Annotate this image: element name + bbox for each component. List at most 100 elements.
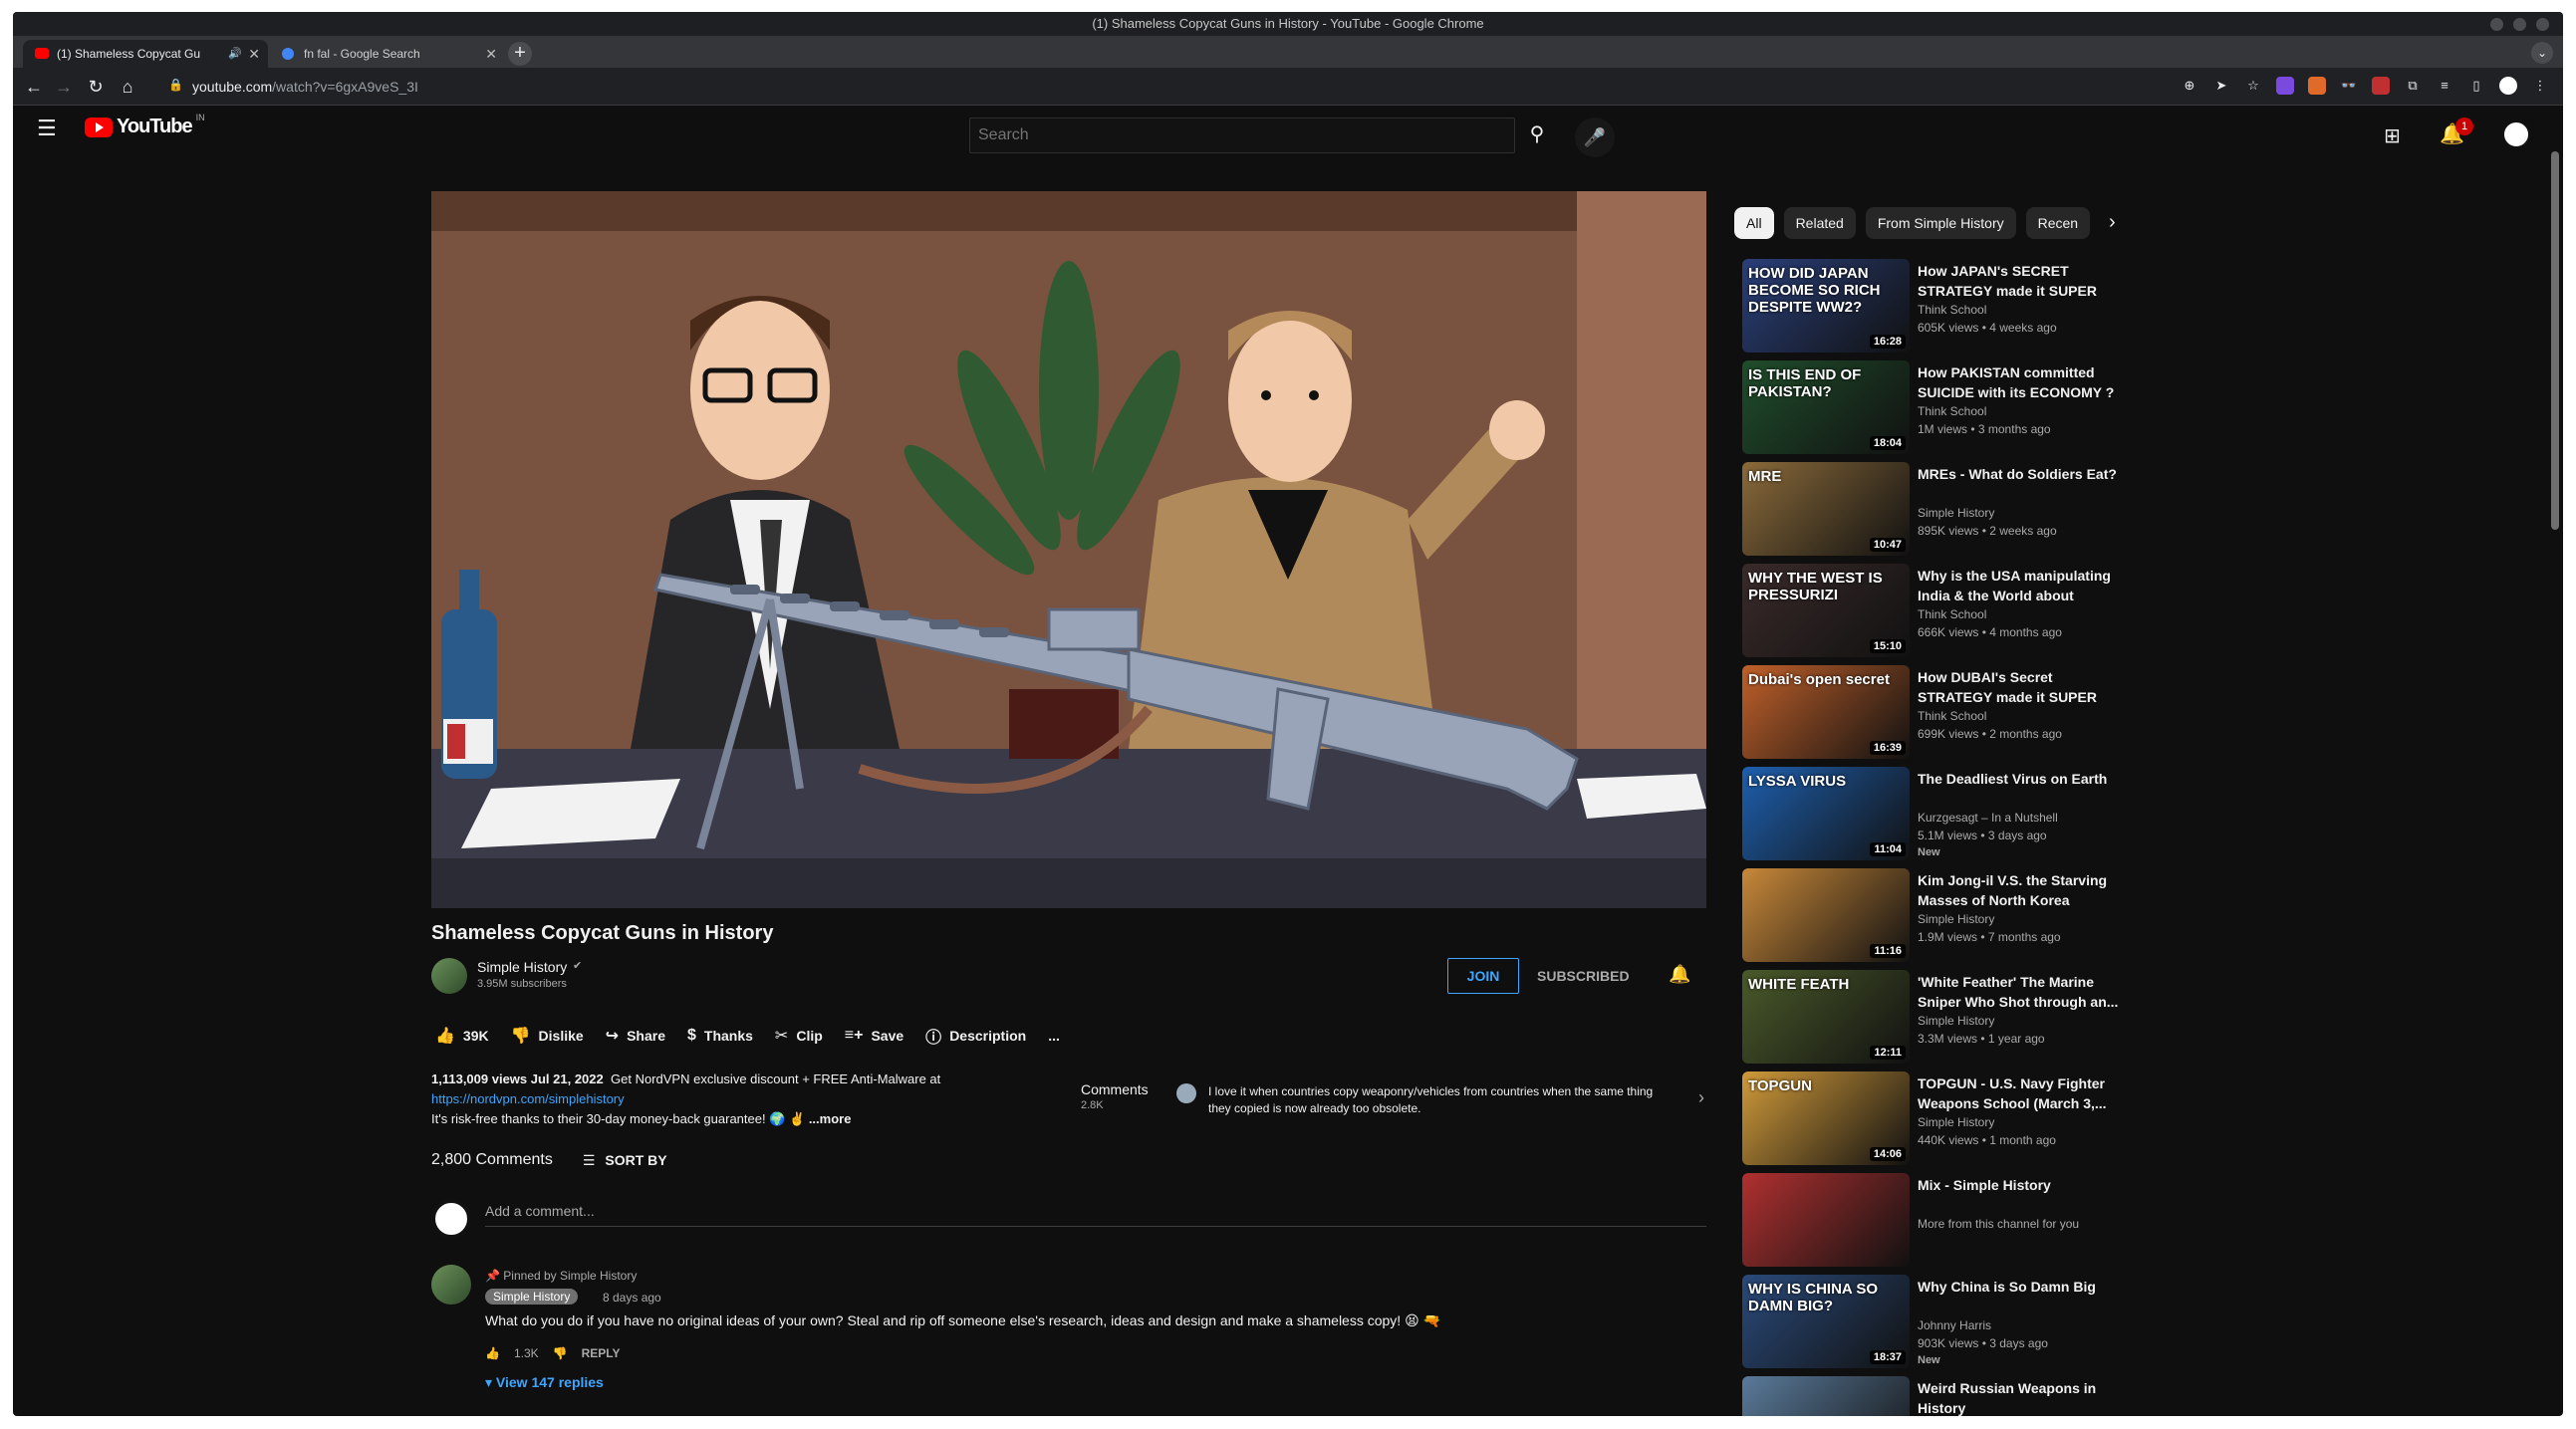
sponsor-link[interactable]: https://nordvpn.com/simplehistory	[431, 1091, 625, 1106]
recommendation-item[interactable]: WHY THE WEST IS PRESSURIZI 15:10 Why is th…	[1742, 554, 2141, 657]
speaker-icon[interactable]: 🔊	[228, 40, 242, 68]
home-icon[interactable]: ⌂	[117, 76, 138, 98]
extension-glasses-icon[interactable]: 👓	[2340, 77, 2358, 95]
pinned-time[interactable]: 8 days ago	[603, 1291, 661, 1305]
recommendation-channel[interactable]: Think School	[1918, 303, 1986, 317]
send-icon[interactable]: ➤	[2212, 77, 2230, 95]
account-avatar[interactable]	[2501, 119, 2531, 149]
recommendation-item[interactable]: 11:16 Kim Jong-il V.S. the Starving Masse…	[1742, 858, 2141, 962]
video-thumbnail[interactable]: LYSSA VIRUS 11:04	[1742, 767, 1910, 860]
recommendation-channel[interactable]: Think School	[1918, 607, 1986, 621]
video-thumbnail[interactable]: WHY IS CHINA SO DAMN BIG? 18:37	[1742, 1275, 1910, 1368]
profile-avatar-icon[interactable]	[2499, 77, 2517, 95]
recommendation-item[interactable]: WHY IS CHINA SO DAMN BIG? 18:37 Why China …	[1742, 1265, 2141, 1368]
chip-related[interactable]: Related	[1783, 207, 1856, 239]
share-button[interactable]: ↪ Share	[606, 1026, 665, 1046]
search-input[interactable]	[970, 119, 1514, 152]
maximize-button[interactable]	[2513, 18, 2526, 31]
tab-youtube[interactable]: (1) Shameless Copycat Gu 🔊 ✕	[23, 40, 268, 68]
channel-name[interactable]: Simple History	[477, 959, 567, 975]
video-description[interactable]: 1,113,009 views Jul 21, 2022 Get NordVPN…	[431, 1070, 1029, 1129]
extension-fox-icon[interactable]	[2308, 77, 2326, 95]
video-thumbnail[interactable]: 11:16	[1742, 868, 1910, 962]
recommendation-item[interactable]: LYSSA VIRUS 11:04 The Deadliest Virus on E…	[1742, 757, 2141, 860]
chevron-right-icon[interactable]: ›	[1698, 1087, 1704, 1108]
address-bar[interactable]: 🔒 youtube.com/watch?v=6gxA9veS_3I	[152, 73, 2194, 101]
new-tab-button[interactable]: +	[508, 42, 532, 66]
recommendation-title[interactable]: How PAKISTAN committed SUICIDE with its …	[1918, 362, 2127, 402]
recommendation-title[interactable]: Mix - Simple History	[1918, 1175, 2127, 1195]
video-thumbnail[interactable]: MRE 10:47	[1742, 462, 1910, 556]
dislike-button[interactable]: 👎 Dislike	[511, 1026, 584, 1046]
recommendation-title[interactable]: How DUBAI's Secret STRATEGY made it SUPE…	[1918, 667, 2127, 707]
recommendation-item[interactable]: IS THIS END OF PAKISTAN? 18:04 How PAKISTA…	[1742, 351, 2141, 454]
pinned-author-badge[interactable]: Simple History	[485, 1289, 579, 1305]
close-window-button[interactable]	[2536, 18, 2549, 31]
more-actions-button[interactable]: ...	[1048, 1028, 1060, 1044]
recommendation-channel[interactable]: Think School	[1918, 709, 1986, 723]
back-icon[interactable]: ←	[23, 76, 45, 98]
recommendation-item[interactable]: Dubai's open secret 16:39 How DUBAI's Secr…	[1742, 655, 2141, 759]
recommendation-title[interactable]: How JAPAN's SECRET STRATEGY made it SUPE…	[1918, 261, 2127, 301]
tab-google-search[interactable]: fn fal - Google Search ✕	[270, 40, 505, 68]
extensions-puzzle-icon[interactable]: ⧉	[2404, 77, 2422, 95]
recommendation-item[interactable]: HOW DID JAPAN BECOME SO RICH DESPITE WW2…	[1742, 249, 2141, 353]
menu-icon[interactable]: ☰	[37, 116, 57, 141]
tab-search-icon[interactable]: ⌄	[2531, 42, 2553, 64]
recommendation-channel[interactable]: Simple History	[1918, 506, 1994, 520]
recommendation-channel[interactable]: Johnny Harris	[1918, 1318, 1991, 1332]
like-button[interactable]: 👍 39K	[435, 1026, 489, 1046]
comment-dislike-icon[interactable]: 👎	[553, 1346, 568, 1360]
thanks-button[interactable]: $ Thanks	[687, 1027, 753, 1045]
search-box[interactable]	[969, 118, 1515, 153]
youtube-logo[interactable]: YouTube IN	[85, 113, 205, 138]
chips-next-icon[interactable]: ›	[2109, 211, 2116, 234]
join-button[interactable]: JOIN	[1447, 958, 1519, 994]
sort-by-button[interactable]: ☰ SORT BY	[583, 1152, 667, 1169]
recommendation-title[interactable]: 'White Feather' The Marine Sniper Who Sh…	[1918, 972, 2127, 1012]
recommendation-channel[interactable]: Think School	[1918, 404, 1986, 418]
video-thumbnail[interactable]: WHY THE WEST IS PRESSURIZI 15:10	[1742, 564, 1910, 657]
recommendation-title[interactable]: Why China is So Damn Big	[1918, 1277, 2127, 1297]
add-comment-input[interactable]: Add a comment...	[485, 1203, 1706, 1227]
recommendation-item[interactable]: TOPGUN 14:06 TOPGUN - U.S. Navy Fighter We…	[1742, 1062, 2141, 1165]
recommendation-title[interactable]: MREs - What do Soldiers Eat?	[1918, 464, 2127, 484]
video-thumbnail[interactable]: HOW DID JAPAN BECOME SO RICH DESPITE WW2…	[1742, 259, 1910, 353]
close-tab-icon[interactable]: ✕	[485, 40, 497, 68]
recommendation-title[interactable]: Kim Jong-il V.S. the Starving Masses of …	[1918, 870, 2127, 910]
recommendation-title[interactable]: TOPGUN - U.S. Navy Fighter Weapons Schoo…	[1918, 1073, 2127, 1113]
pinned-comment-avatar[interactable]	[431, 1265, 471, 1305]
comments-teaser[interactable]: Comments 2.8K I love it when countries c…	[1081, 1081, 1718, 1127]
recommendation-channel[interactable]: Simple History	[1918, 1115, 1994, 1129]
video-player[interactable]	[431, 191, 1706, 908]
recommendation-channel[interactable]: More from this channel for you	[1918, 1217, 2079, 1231]
recommendation-channel[interactable]: Simple History	[1918, 1014, 1994, 1028]
channel-avatar[interactable]	[431, 958, 467, 994]
create-video-icon[interactable]: ⊞	[2384, 123, 2401, 148]
comment-like-icon[interactable]: 👍	[485, 1346, 500, 1360]
page-scrollbar[interactable]	[2551, 151, 2559, 530]
recommendation-title[interactable]: Why is the USA manipulating India & the …	[1918, 566, 2127, 605]
show-more-link[interactable]: ...more	[809, 1111, 852, 1126]
forward-icon[interactable]: →	[53, 76, 75, 98]
video-thumbnail[interactable]	[1742, 1376, 1910, 1416]
recommendation-item[interactable]: MRE 10:47 MREs - What do Soldiers Eat? Simp…	[1742, 452, 2141, 556]
video-thumbnail[interactable]	[1742, 1173, 1910, 1267]
close-tab-icon[interactable]: ✕	[248, 40, 260, 68]
reply-button[interactable]: REPLY	[582, 1346, 621, 1360]
recommendation-item[interactable]: WHITE FEATH 12:11 'White Feather' The Mari…	[1742, 960, 2141, 1064]
video-thumbnail[interactable]: TOPGUN 14:06	[1742, 1072, 1910, 1165]
lock-icon[interactable]: 🔒	[168, 78, 183, 92]
recommendation-title[interactable]: Weird Russian Weapons in History	[1918, 1378, 2127, 1416]
reading-list-icon[interactable]: ≡	[2436, 77, 2453, 95]
view-replies-button[interactable]: ▾ View 147 replies	[485, 1374, 604, 1391]
mic-icon[interactable]: 🎤	[1575, 118, 1615, 157]
chip-all[interactable]: All	[1734, 207, 1774, 239]
subscription-bell-icon[interactable]: 🔔	[1669, 964, 1690, 985]
minimize-button[interactable]	[2490, 18, 2503, 31]
extension-ublock-icon[interactable]	[2372, 77, 2390, 95]
video-thumbnail[interactable]: Dubai's open secret 16:39	[1742, 665, 1910, 759]
side-panel-icon[interactable]: ▯	[2467, 77, 2485, 95]
clip-button[interactable]: ✂ Clip	[775, 1026, 823, 1046]
extension-color-icon[interactable]	[2276, 77, 2294, 95]
